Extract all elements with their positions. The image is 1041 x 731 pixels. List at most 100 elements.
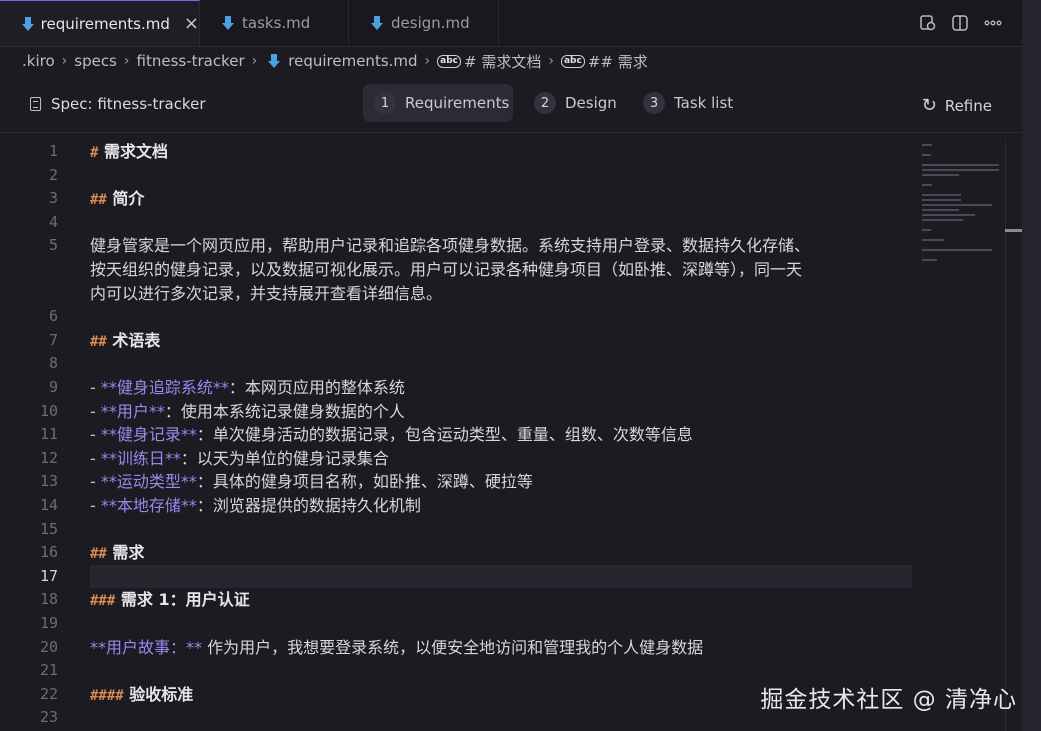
editor-line[interactable]: 2 (0, 164, 912, 187)
line-text: # 需求文档 (90, 140, 168, 165)
editor-line[interactable]: 19 (0, 612, 912, 635)
line-number: 14 (39, 496, 58, 514)
string-symbol-icon: abc (437, 54, 462, 68)
editor-line[interactable]: 14 - **本地存储**：浏览器提供的数据持久化机制 (0, 494, 912, 517)
text-span: 需求 1：用户认证 (115, 590, 250, 610)
open-preview-icon[interactable] (919, 14, 937, 32)
line-text: #### 验收标准 (90, 683, 193, 708)
editor-line[interactable]: 内可以进行多次记录，并支持展开查看详细信息。 (0, 282, 912, 305)
line-text: ### 需求 1：用户认证 (90, 588, 250, 613)
minimap[interactable] (918, 140, 1008, 350)
step-requirements[interactable]: 1 Requirements (363, 84, 513, 122)
split-editor-icon[interactable] (951, 14, 969, 32)
editor-line[interactable]: 1 # 需求文档 (0, 140, 912, 163)
line-number: 18 (39, 590, 58, 609)
tab-tasks[interactable]: tasks.md (200, 0, 349, 46)
editor-line[interactable]: 5 健身管家是一个网页应用，帮助用户记录和追踪各项健身数据。系统支持用户登录、数据… (0, 234, 912, 257)
text-span: 作为用户，我想要登录系统，以便安全地访问和管理我的个人健身数据 (202, 637, 704, 657)
text-span: 按天组织的健身记录，以及数据可视化展示。用户可以记录各种健身项目（如卧推、深蹲等… (90, 260, 803, 279)
markdown-file-icon (268, 54, 281, 68)
editor-line[interactable]: 20 **用户故事：** 作为用户，我想要登录系统，以便安全地访问和管理我的个人健… (0, 636, 912, 659)
minimap-line (922, 194, 962, 196)
chevron-right-icon: › (424, 53, 431, 69)
line-text: - **运动类型**：具体的健身项目名称，如卧推、深蹲、硬拉等 (90, 470, 533, 493)
breadcrumb-item[interactable]: specs (74, 52, 117, 70)
breadcrumb-item[interactable]: fitness-tracker (137, 52, 245, 70)
line-text: - **训练日**：以天为单位的健身记录集合 (90, 447, 389, 470)
step-design[interactable]: 2 Design (534, 84, 634, 122)
minimap-line (922, 219, 963, 221)
editor-line[interactable]: 16 ## 需求 (0, 541, 912, 564)
close-icon[interactable]: × (184, 13, 199, 34)
text-span: ：以天为单位的健身记录集合 (180, 448, 389, 468)
line-number: 3 (48, 189, 58, 208)
chevron-right-icon: › (123, 53, 130, 69)
markdown-file-icon (22, 16, 34, 31)
line-text: 健身管家是一个网页应用，帮助用户记录和追踪各项健身数据。系统支持用户登录、数据持… (90, 234, 810, 257)
bold-term: **运动类型** (100, 472, 197, 492)
tab-requirements[interactable]: requirements.md × (0, 0, 200, 46)
editor-line[interactable]: 12 - **训练日**：以天为单位的健身记录集合 (0, 447, 912, 470)
bold-term: **健身记录** (100, 425, 197, 445)
scrollbar-thumb[interactable] (1005, 229, 1022, 232)
editor-line[interactable]: 17 (0, 564, 912, 588)
text-span: - (90, 401, 101, 421)
minimap-line (922, 209, 960, 211)
markdown-file-icon (371, 16, 383, 30)
refine-button[interactable]: ↻ Refine (922, 95, 992, 116)
chevron-right-icon: › (61, 53, 68, 69)
text-span: 需求 (106, 543, 145, 563)
line-number: 2 (48, 165, 58, 184)
breadcrumb-item[interactable]: ## 需求 (588, 51, 648, 72)
current-line-highlight (90, 564, 912, 588)
tab-label: tasks.md (242, 14, 311, 32)
minimap-line (922, 154, 931, 156)
tab-design[interactable]: design.md (349, 0, 499, 46)
chevron-right-icon: › (251, 53, 258, 69)
editor-line[interactable]: 按天组织的健身记录，以及数据可视化展示。用户可以记录各种健身项目（如卧推、深蹲等… (0, 258, 912, 281)
minimap-line (922, 174, 960, 176)
breadcrumb-item[interactable]: .kiro (22, 52, 55, 70)
text-span: 健身管家是一个网页应用，帮助用户记录和追踪各项健身数据。系统支持用户登录、数据持… (90, 236, 811, 256)
minimap-line (922, 164, 999, 166)
editor-line[interactable]: 4 (0, 211, 912, 234)
editor-line[interactable]: 3 ## 简介 (0, 187, 912, 210)
document-icon (30, 97, 41, 111)
line-text: **用户故事：** 作为用户，我想要登录系统，以便安全地访问和管理我的个人健身数… (90, 636, 703, 659)
editor-line[interactable]: 21 (0, 659, 912, 682)
editor-line[interactable]: 15 (0, 518, 912, 541)
text-span: 简介 (106, 189, 145, 209)
text-span: - (90, 448, 101, 468)
line-number: 17 (39, 566, 58, 585)
line-text: 按天组织的健身记录，以及数据可视化展示。用户可以记录各种健身项目（如卧推、深蹲等… (90, 258, 802, 281)
editor-line[interactable]: 13 - **运动类型**：具体的健身项目名称，如卧推、深蹲、硬拉等 (0, 470, 912, 493)
spec-toolbar: Spec: fitness-tracker 1 Requirements 2 D… (0, 78, 1022, 133)
editor-line[interactable]: 7 ## 术语表 (0, 329, 912, 352)
text-span: - (90, 378, 101, 397)
editor-line[interactable]: 11 - **健身记录**：单次健身活动的数据记录，包含运动类型、重量、组数、次数… (0, 423, 912, 446)
line-text: ## 简介 (90, 187, 144, 212)
line-number: 11 (39, 425, 58, 444)
editor-line[interactable]: 6 (0, 305, 912, 328)
step-label: Task list (674, 94, 734, 112)
bold-term: **本地存储** (100, 496, 197, 515)
watermark: 掘金技术社区 @ 清净心 (760, 687, 1017, 713)
minimap-line (922, 249, 992, 251)
minimap-line (922, 259, 938, 261)
text-span: 需求文档 (98, 142, 169, 161)
chevron-right-icon: › (548, 53, 554, 69)
editor-line[interactable]: 10 - **用户**：使用本系统记录健身数据的个人 (0, 400, 912, 423)
string-symbol-icon: abc (560, 54, 585, 68)
breadcrumb-item[interactable]: requirements.md (288, 52, 417, 70)
editor-line[interactable]: 8 (0, 352, 912, 375)
editor-line[interactable]: 9 - **健身追踪系统**：本网页应用的整体系统 (0, 376, 912, 399)
minimap-line (922, 239, 945, 241)
editor-line[interactable]: 18 ### 需求 1：用户认证 (0, 588, 912, 611)
more-actions-icon[interactable] (984, 14, 1002, 32)
step-label: Design (565, 94, 617, 112)
breadcrumb-item[interactable]: # 需求文档 (464, 51, 541, 72)
minimap-line (922, 169, 999, 171)
line-number: 5 (48, 236, 58, 255)
code-editor[interactable]: 1 # 需求文档 2 3 ## 简介 4 5 健身管家是一个网页应用，帮助用户记录和追踪各项健… (0, 140, 915, 731)
step-task-list[interactable]: 3 Task list (643, 84, 753, 122)
